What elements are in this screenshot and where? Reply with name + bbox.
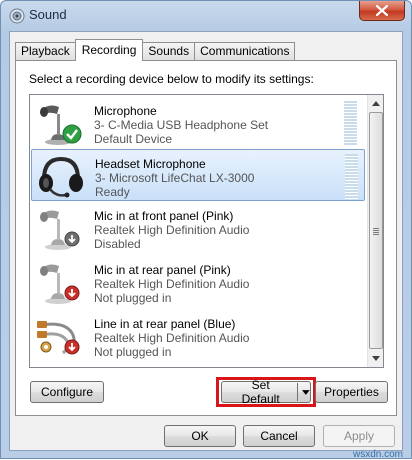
cancel-button[interactable]: Cancel (243, 425, 315, 447)
tab-playback[interactable]: Playback (15, 42, 76, 61)
headset-icon (39, 156, 83, 198)
tab-strip: Playback Recording Sounds Communications (15, 39, 296, 61)
check-icon (62, 124, 82, 144)
recording-panel: Select a recording device below to modif… (15, 60, 397, 416)
device-item-line-in-rear-panel[interactable]: Line in at rear panel (Blue) Realtek Hig… (31, 310, 365, 362)
properties-label: Properties (324, 385, 379, 399)
tab-recording[interactable]: Recording (74, 39, 144, 61)
device-driver: Realtek High Definition Audio (94, 223, 250, 237)
device-name: Mic in at front panel (Pink) (94, 209, 234, 223)
window-title: Sound (29, 7, 67, 22)
disabled-arrow-icon (64, 231, 80, 247)
device-item-mic-front-panel[interactable]: Mic in at front panel (Pink) Realtek Hig… (31, 202, 365, 254)
device-status: Not plugged in (94, 345, 172, 359)
device-name: Microphone (94, 104, 157, 118)
ok-label: OK (191, 429, 209, 443)
properties-button[interactable]: Properties (315, 381, 388, 403)
scroll-down-button[interactable] (368, 350, 383, 366)
level-meter (344, 101, 357, 146)
apply-button[interactable]: Apply (323, 425, 395, 447)
level-meter (345, 154, 358, 199)
arrow-up-icon (372, 100, 380, 106)
configure-label: Configure (40, 385, 94, 399)
grip-icon (373, 228, 379, 235)
device-driver: Realtek High Definition Audio (94, 277, 250, 291)
unplugged-arrow-icon (64, 339, 80, 355)
split-divider (297, 383, 299, 401)
speaker-icon (9, 8, 25, 24)
device-item-headset-microphone[interactable]: Headset Microphone 3- Microsoft LifeChat… (31, 149, 365, 201)
watermark: wsxdn.com (353, 449, 404, 460)
device-name: Line in at rear panel (Blue) (94, 317, 236, 331)
scroll-up-button[interactable] (368, 95, 383, 111)
arrow-down-icon (372, 355, 380, 361)
close-icon (376, 5, 388, 16)
sound-dialog-window: Sound Playback Recording Sounds Communic… (0, 0, 412, 460)
device-status: Not plugged in (94, 291, 172, 305)
device-name: Mic in at rear panel (Pink) (94, 263, 231, 277)
instruction-text: Select a recording device below to modif… (29, 72, 314, 86)
device-item-microphone[interactable]: Microphone 3- C-Media USB Headphone Set … (31, 97, 365, 149)
ok-button[interactable]: OK (164, 425, 236, 447)
tab-communications[interactable]: Communications (194, 42, 296, 61)
device-list[interactable]: Microphone 3- C-Media USB Headphone Set … (29, 94, 384, 368)
configure-button[interactable]: Configure (30, 381, 104, 403)
close-button[interactable] (359, 1, 405, 21)
device-status: Ready (95, 185, 130, 199)
scroll-thumb[interactable] (369, 112, 383, 349)
device-driver: 3- Microsoft LifeChat LX-3000 (95, 171, 255, 185)
device-driver: 3- C-Media USB Headphone Set (94, 118, 269, 132)
device-status: Disabled (94, 237, 141, 251)
unplugged-arrow-icon (64, 285, 80, 301)
device-name: Headset Microphone (95, 157, 206, 171)
dialog-client-area: Playback Recording Sounds Communications… (9, 31, 403, 451)
cancel-label: Cancel (260, 429, 298, 443)
apply-label: Apply (343, 429, 375, 443)
set-default-label: Set Default (241, 378, 280, 406)
vertical-scrollbar[interactable] (367, 95, 383, 367)
dropdown-arrow-icon[interactable] (302, 389, 310, 395)
device-item-mic-rear-panel[interactable]: Mic in at rear panel (Pink) Realtek High… (31, 256, 365, 308)
device-status: Default Device (94, 132, 173, 146)
device-driver: Realtek High Definition Audio (94, 331, 250, 345)
tab-sounds[interactable]: Sounds (142, 42, 196, 61)
set-default-button[interactable]: Set Default (221, 378, 311, 406)
title-bar[interactable]: Sound (1, 1, 411, 31)
